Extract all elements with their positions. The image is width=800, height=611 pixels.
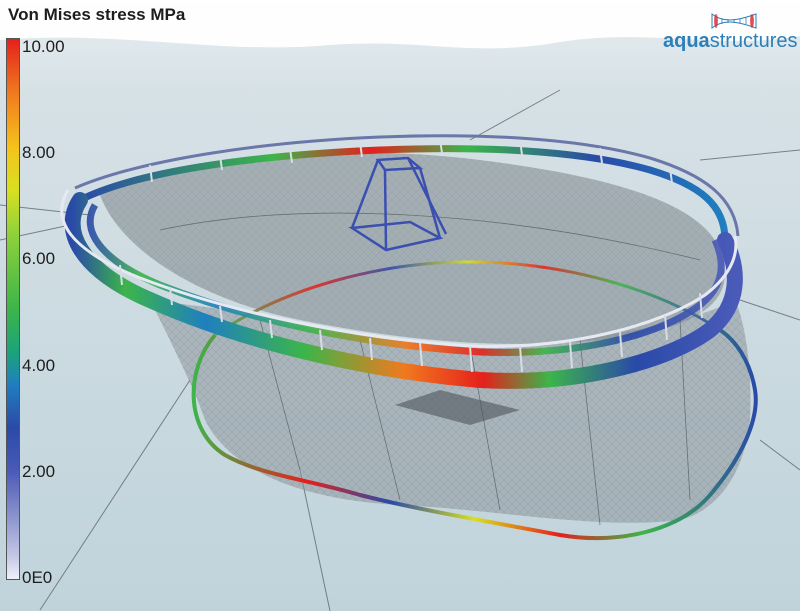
brand-wordmark: aquastructures [663, 30, 798, 53]
legend-tick-min: 0E0 [22, 568, 53, 587]
legend-tick: 6.00 [22, 249, 56, 268]
legend-tick: 4.00 [22, 356, 56, 375]
fem-scene [0, 0, 800, 611]
stress-colorbar [6, 38, 20, 580]
legend-tick-max: 10.00 [22, 37, 65, 56]
brand-part2: structures [709, 30, 798, 52]
brand-part1: aqua [663, 30, 710, 52]
legend-tick: 2.00 [22, 462, 56, 481]
legend-tick: 8.00 [22, 143, 56, 162]
legend-title: Von Mises stress MPa [8, 5, 186, 24]
